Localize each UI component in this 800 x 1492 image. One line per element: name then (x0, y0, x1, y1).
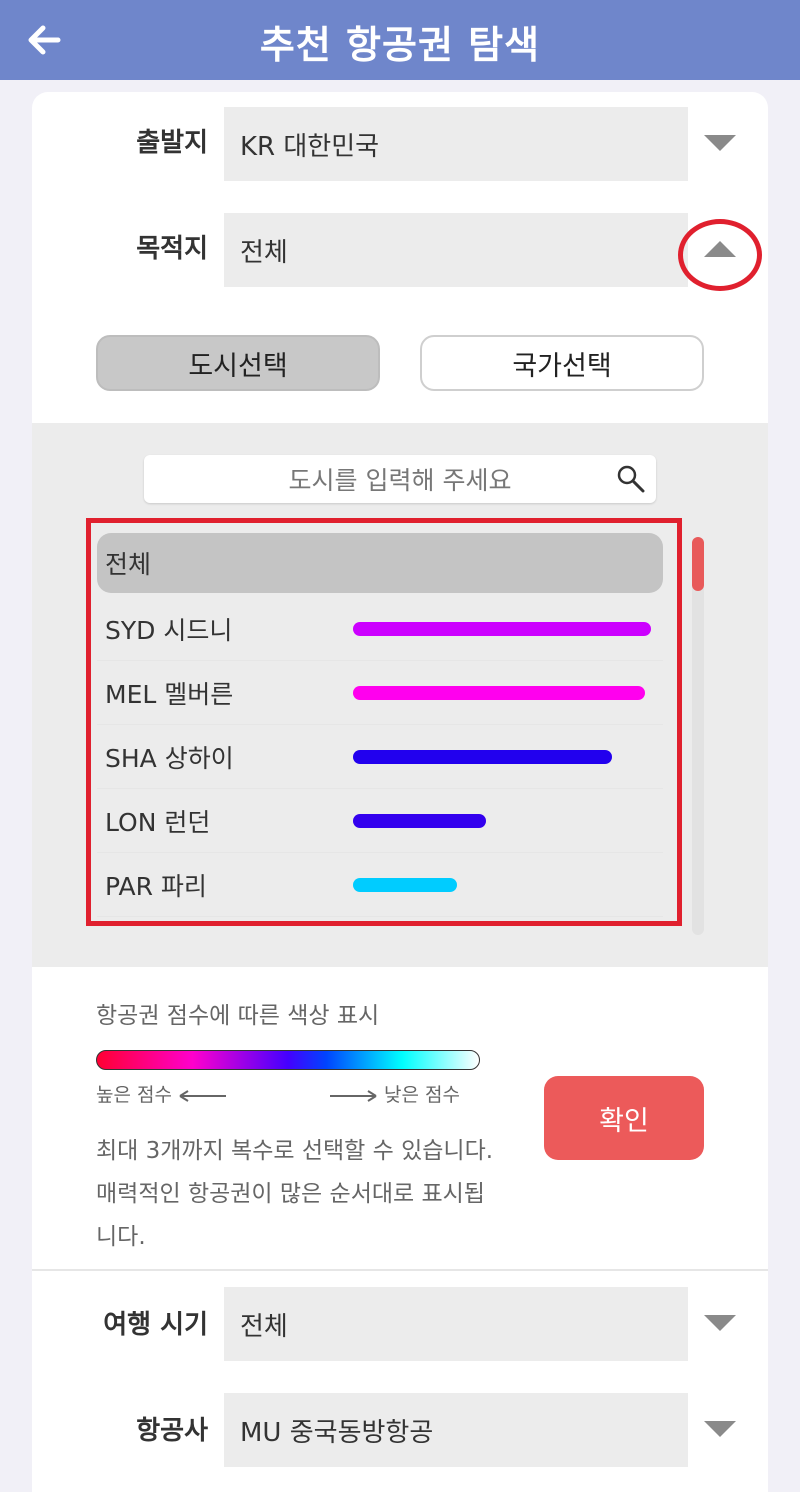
arrow-left-icon (179, 1089, 227, 1102)
list-item-sha[interactable]: SHA 상하이 (97, 725, 663, 789)
travel-period-label: 여행 시기 (103, 1310, 208, 1340)
destination-select[interactable]: 전체 (224, 213, 688, 287)
list-item-label: SHA 상하이 (105, 743, 234, 773)
divider (32, 1269, 768, 1271)
airline-dropdown-toggle[interactable] (702, 1414, 738, 1444)
city-list: 전체 SYD 시드니 MEL 멜버른 SHA 상하이 LON 런던 PAR 파리 (97, 533, 667, 917)
departure-dropdown-toggle[interactable] (702, 128, 738, 158)
confirm-button[interactable]: 확인 (544, 1076, 704, 1160)
city-search-input[interactable]: 도시를 입력해 주세요 (144, 455, 656, 503)
chevron-down-icon (704, 1315, 736, 1331)
city-list-highlight: 전체 SYD 시드니 MEL 멜버른 SHA 상하이 LON 런던 PAR 파리 (86, 518, 682, 926)
list-item-syd[interactable]: SYD 시드니 (97, 597, 663, 661)
legend-low-label: 낮은 점수 (384, 1084, 461, 1106)
score-gradient-bar (96, 1050, 480, 1070)
score-bar (353, 878, 457, 892)
scrollbar-thumb[interactable] (692, 537, 704, 591)
list-item-label: 전체 (105, 550, 152, 579)
legend-low: 낮은 점수 (328, 1080, 460, 1107)
airline-label: 항공사 (136, 1416, 208, 1446)
list-item-lon[interactable]: LON 런던 (97, 789, 663, 853)
city-list-panel: 도시를 입력해 주세요 전체 SYD 시드니 MEL 멜버른 SHA 상하이 L… (32, 423, 768, 967)
legend-high: 높은 점수 (96, 1080, 228, 1107)
score-bar (353, 814, 486, 828)
arrow-right-icon (330, 1089, 377, 1102)
chevron-down-icon (704, 135, 736, 151)
search-placeholder: 도시를 입력해 주세요 (288, 466, 512, 495)
list-item-mel[interactable]: MEL 멜버른 (97, 661, 663, 725)
list-item-label: PAR 파리 (105, 871, 207, 901)
score-bar (353, 750, 612, 764)
departure-select[interactable]: KR 대한민국 (224, 107, 688, 181)
city-select-tab[interactable]: 도시선택 (96, 335, 380, 391)
search-icon[interactable] (616, 464, 646, 494)
list-item-label: SYD 시드니 (105, 615, 233, 645)
airline-select[interactable]: MU 중국동방항공 (224, 1393, 688, 1467)
list-item-label: LON 런던 (105, 807, 211, 837)
legend-title: 항공권 점수에 따른 색상 표시 (96, 1003, 380, 1029)
page-title: 추천 항공권 탐색 (259, 23, 541, 67)
departure-label: 출발지 (136, 128, 208, 158)
travel-period-dropdown-toggle[interactable] (702, 1308, 738, 1338)
list-item-par[interactable]: PAR 파리 (97, 853, 663, 917)
highlight-circle (678, 219, 762, 291)
score-bar (353, 686, 645, 700)
travel-period-select[interactable]: 전체 (224, 1287, 688, 1361)
score-bar (353, 622, 651, 636)
chevron-down-icon (704, 1421, 736, 1437)
selection-description: 최대 3개까지 복수로 선택할 수 있습니다. 매력적인 항공권이 많은 순서대… (96, 1138, 494, 1250)
filter-card: 출발지 KR 대한민국 목적지 전체 도시선택 국가선택 도시를 입력해 주세요… (32, 92, 768, 1492)
list-item-all[interactable]: 전체 (97, 533, 663, 593)
list-scrollbar[interactable] (692, 537, 704, 935)
list-item-label: MEL 멜버른 (105, 679, 234, 709)
app-header: 추천 항공권 탐색 (0, 0, 800, 80)
country-select-tab[interactable]: 국가선택 (420, 335, 704, 391)
legend-high-label: 높은 점수 (96, 1084, 172, 1106)
destination-label: 목적지 (136, 234, 208, 264)
